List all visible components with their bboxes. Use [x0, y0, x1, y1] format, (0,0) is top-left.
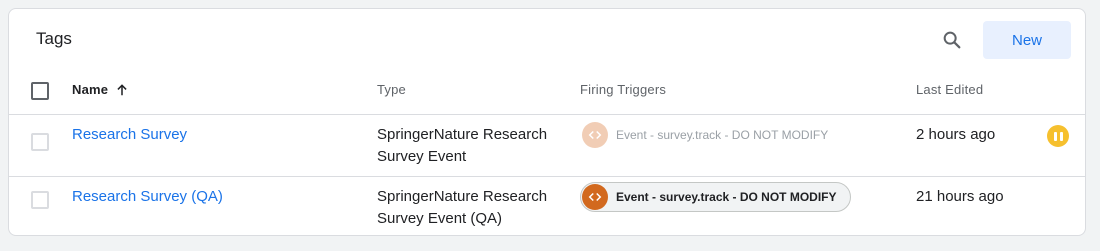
tag-type-line: Survey Event (QA) — [377, 210, 503, 227]
last-edited: 21 hours ago — [916, 188, 1004, 205]
pause-icon[interactable] — [1047, 125, 1069, 147]
firing-trigger-label: Event - survey.track - DO NOT MODIFY — [616, 190, 837, 204]
row-checkbox[interactable] — [31, 133, 49, 151]
firing-trigger-chip[interactable]: Event - survey.track - DO NOT MODIFY — [580, 182, 851, 212]
last-edited: 2 hours ago — [916, 126, 996, 143]
pause-bar — [1059, 131, 1063, 141]
search-icon — [943, 31, 961, 49]
tag-type-line: SpringerNature Research — [377, 126, 548, 143]
column-header-firing-triggers[interactable]: Firing Triggers — [580, 82, 666, 97]
select-all-checkbox[interactable] — [31, 82, 49, 100]
arrow-upward-icon — [117, 83, 127, 95]
pause-bar — [1053, 131, 1057, 141]
code-brackets-icon — [582, 184, 608, 210]
tags-card: Tags New Name Type Firing Triggers Last … — [8, 8, 1086, 236]
tag-name-link[interactable]: Research Survey (QA) — [72, 188, 223, 205]
new-button[interactable]: New — [983, 21, 1071, 59]
firing-trigger-label: Event - survey.track - DO NOT MODIFY — [616, 128, 829, 142]
search-button[interactable] — [937, 25, 967, 55]
row-checkbox[interactable] — [31, 191, 49, 209]
tag-type: SpringerNature Research Survey Event (QA… — [377, 186, 567, 230]
column-header-type[interactable]: Type — [377, 82, 406, 97]
code-brackets-icon — [582, 122, 608, 148]
tag-type-line: Survey Event — [377, 148, 467, 165]
card-title: Tags — [36, 29, 72, 48]
table-row[interactable]: Research Survey (QA) SpringerNature Rese… — [9, 177, 1085, 236]
firing-trigger-chip[interactable]: Event - survey.track - DO NOT MODIFY — [580, 120, 828, 150]
column-header-name-label: Name — [72, 82, 109, 97]
table-row[interactable]: Research Survey SpringerNature Research … — [9, 115, 1085, 177]
tag-name-link[interactable]: Research Survey — [72, 126, 187, 143]
table-header: Name Type Firing Triggers Last Edited — [9, 67, 1085, 115]
tag-type: SpringerNature Research Survey Event — [377, 124, 567, 168]
column-header-last-edited[interactable]: Last Edited — [916, 82, 983, 97]
tag-type-line: SpringerNature Research — [377, 188, 548, 205]
column-header-name[interactable]: Name — [72, 82, 129, 97]
